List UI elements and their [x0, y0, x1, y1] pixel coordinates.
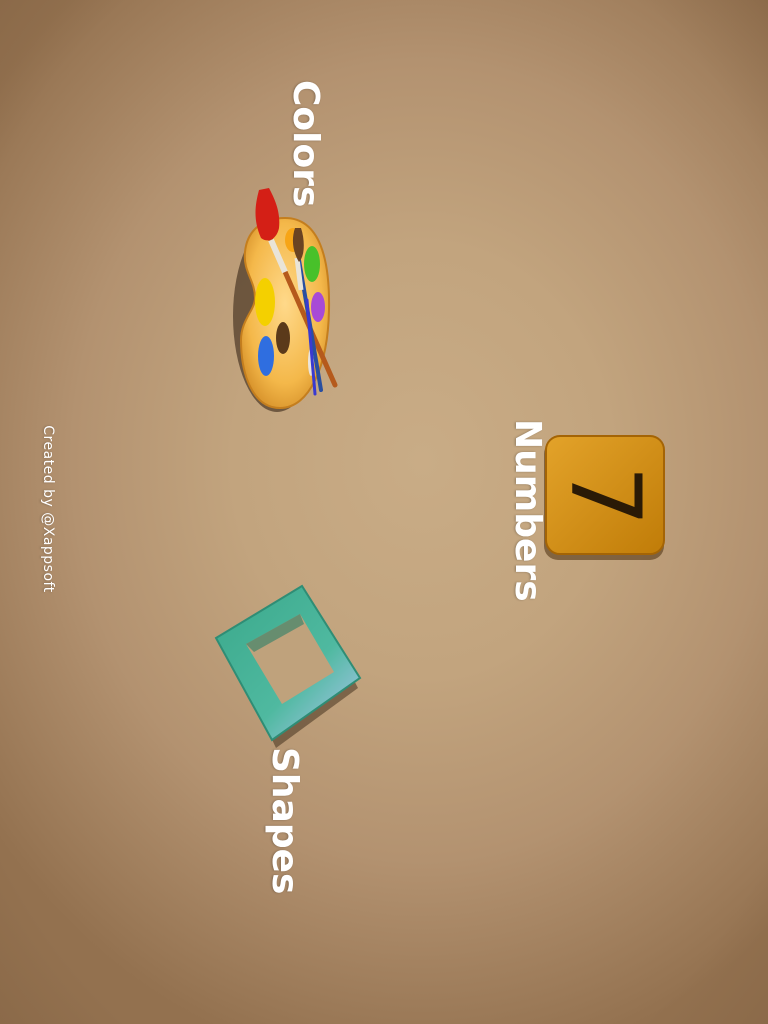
- numbers-label[interactable]: Numbers: [505, 419, 548, 602]
- number-seven-icon: 7: [544, 435, 665, 560]
- credit-text: Created by @Xappsoft: [40, 425, 56, 593]
- colors-button[interactable]: [225, 180, 345, 420]
- shapes-button[interactable]: [200, 580, 370, 755]
- number-tile-digit: 7: [549, 465, 661, 526]
- shapes-label[interactable]: Shapes: [262, 747, 305, 894]
- square-frame-icon: [214, 584, 362, 748]
- paint-palette-icon: [233, 188, 338, 412]
- numbers-button[interactable]: 7: [540, 432, 672, 564]
